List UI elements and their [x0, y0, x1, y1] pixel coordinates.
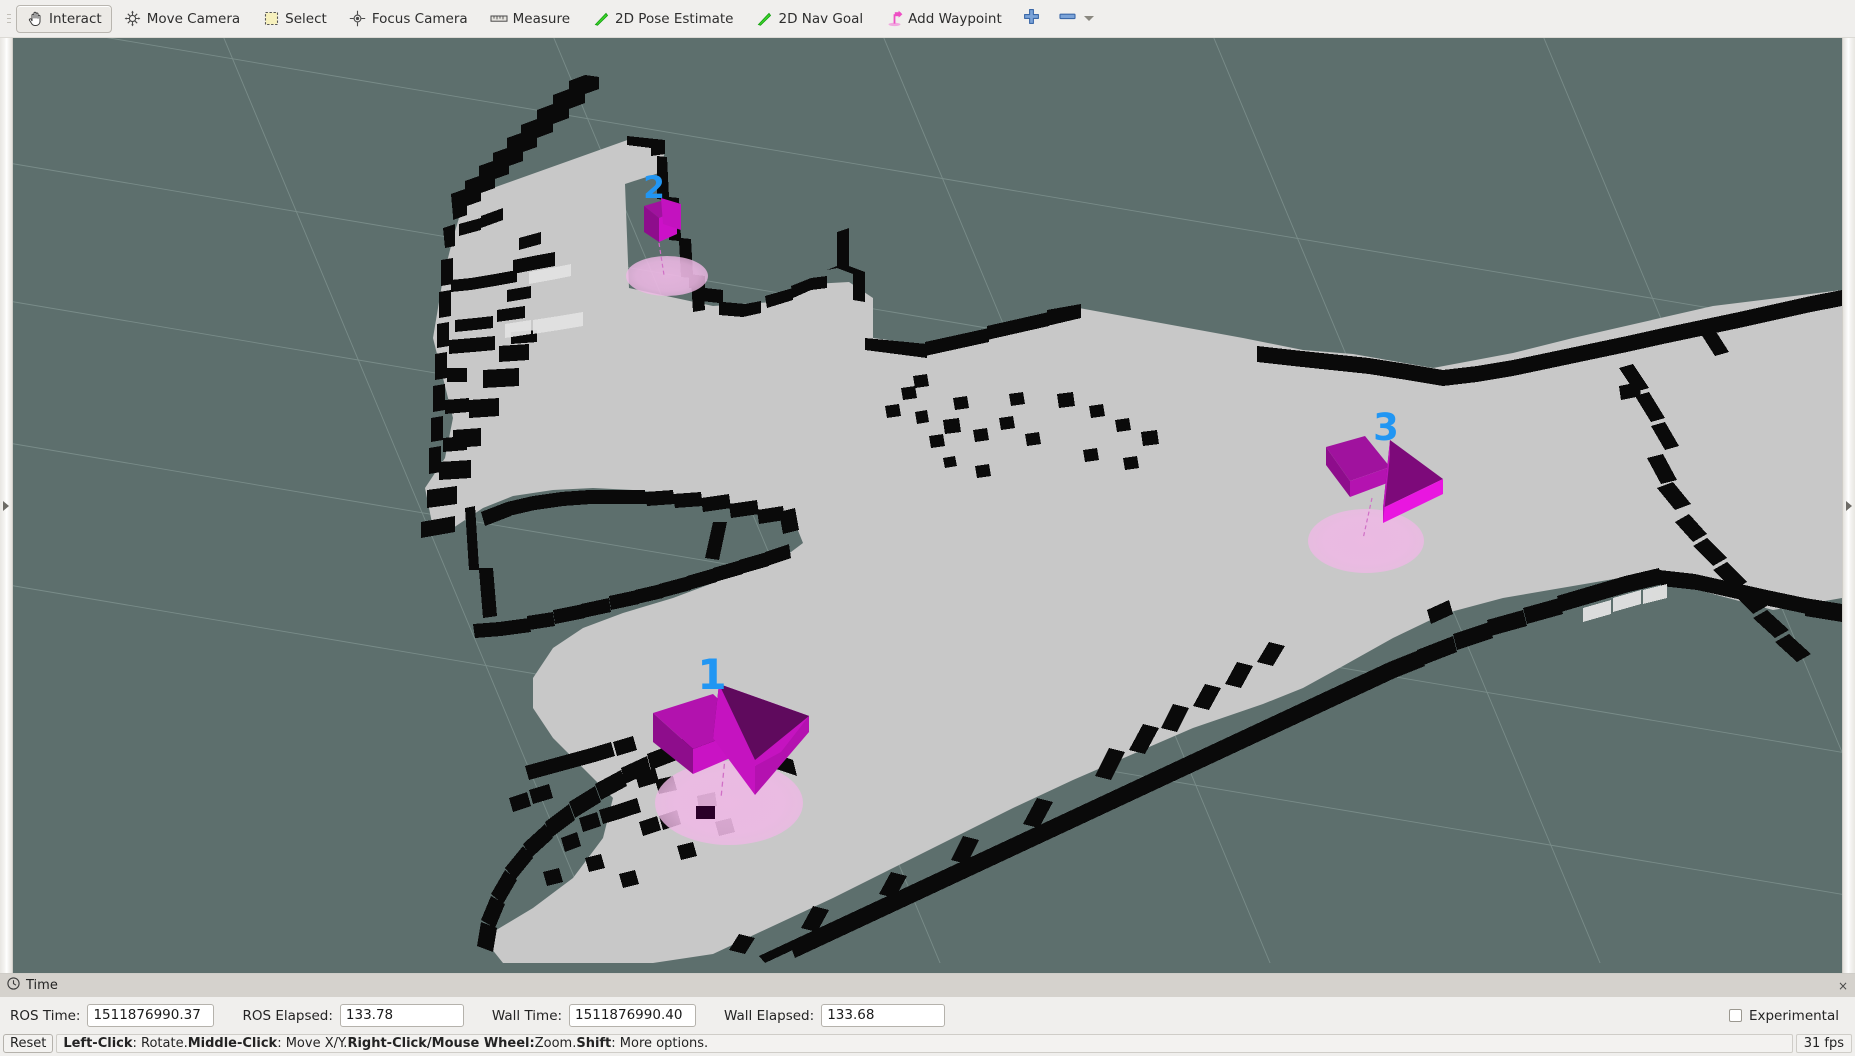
time-panel-title: Time [26, 978, 58, 993]
time-fields-row: ROS Time: 1511876990.37 ROS Elapsed: 133… [0, 997, 1855, 1034]
select-rect-icon [262, 10, 280, 28]
tool-2d-pose-estimate[interactable]: 2D Pose Estimate [582, 5, 743, 33]
tool-2d-nav-goal-label: 2D Nav Goal [778, 10, 864, 27]
status-bar: Reset Left-Click: Rotate. Middle-Click: … [0, 1034, 1855, 1056]
time-panel: Time × ROS Time: 1511876990.37 ROS Elaps… [0, 973, 1855, 1034]
tool-interact-label: Interact [49, 10, 102, 27]
main-toolbar: Interact Move Camera Select Focus Camera… [0, 0, 1855, 38]
reset-button[interactable]: Reset [3, 1034, 54, 1053]
clock-icon [7, 977, 20, 994]
add-tool-button[interactable] [1014, 5, 1049, 33]
tool-add-waypoint-label: Add Waypoint [908, 10, 1002, 27]
tool-2d-pose-estimate-label: 2D Pose Estimate [615, 10, 734, 27]
close-icon[interactable]: × [1838, 979, 1848, 993]
waypoint-3-disc [1308, 509, 1424, 573]
waypoint-2-label: 2 [643, 170, 665, 206]
render-view-3d[interactable]: 3 2 1 [13, 38, 1842, 973]
rviz-window: Interact Move Camera Select Focus Camera… [0, 0, 1855, 1056]
waypoint-1-footprint [696, 806, 715, 819]
pink-waypoint-icon [885, 10, 903, 28]
move-camera-icon [124, 10, 142, 28]
ros-time-label: ROS Time: [10, 1007, 81, 1024]
chevron-down-icon[interactable] [1083, 16, 1094, 21]
tool-focus-camera[interactable]: Focus Camera [339, 5, 478, 33]
green-arrow-icon [756, 10, 774, 28]
ros-elapsed-input[interactable]: 133.78 [339, 1004, 464, 1027]
toolbar-drag-handle[interactable] [4, 6, 14, 32]
waypoint-3-label: 3 [1373, 406, 1399, 449]
waypoint-1-disc [655, 761, 803, 845]
fps-indicator: 31 fps [1795, 1034, 1852, 1053]
wall-elapsed-label: Wall Elapsed: [724, 1007, 815, 1024]
help-right-click: Right-Click/Mouse Wheel: [347, 1036, 535, 1051]
tool-move-camera-label: Move Camera [146, 10, 241, 27]
help-left-click-desc: : Rotate. [132, 1036, 188, 1051]
experimental-checkbox-group[interactable]: Experimental [1728, 1007, 1845, 1024]
hand-cursor-icon [26, 10, 44, 28]
tool-interact[interactable]: Interact [16, 4, 112, 33]
waypoint-1-label: 1 [697, 650, 726, 699]
ros-time-input[interactable]: 1511876990.37 [87, 1004, 215, 1027]
help-right-click-desc: Zoom. [534, 1036, 577, 1051]
experimental-checkbox[interactable] [1728, 1009, 1742, 1022]
tool-measure[interactable]: Measure [480, 5, 580, 33]
right-panel-expand-handle[interactable] [1842, 38, 1855, 973]
ruler-icon [490, 10, 508, 28]
wall-time-input[interactable]: 1511876990.40 [569, 1004, 697, 1027]
minus-bar-icon [1058, 8, 1077, 29]
help-shift: Shift [576, 1036, 612, 1051]
chevron-right-icon [1846, 500, 1852, 511]
wall-elapsed-input[interactable]: 133.68 [821, 1004, 946, 1027]
mouse-help-text: Left-Click: Rotate. Middle-Click: Move X… [56, 1034, 1793, 1053]
tool-move-camera[interactable]: Move Camera [114, 5, 250, 33]
tool-2d-nav-goal[interactable]: 2D Nav Goal [746, 5, 874, 33]
plus-icon [1023, 8, 1040, 29]
tool-focus-camera-label: Focus Camera [371, 10, 468, 27]
viewport-area: 3 2 1 [0, 38, 1855, 973]
experimental-label: Experimental [1748, 1007, 1839, 1024]
wall-time-label: Wall Time: [491, 1007, 563, 1024]
remove-tool-button[interactable] [1049, 5, 1103, 33]
left-panel-expand-handle[interactable] [0, 38, 13, 973]
tool-select-label: Select [285, 10, 327, 27]
help-middle-click-desc: : Move X/Y. [277, 1036, 348, 1051]
tool-measure-label: Measure [512, 10, 571, 27]
help-left-click: Left-Click [63, 1036, 133, 1051]
help-middle-click: Middle-Click [187, 1036, 278, 1051]
green-arrow-icon [592, 10, 610, 28]
waypoint-2-disc [626, 256, 708, 296]
tool-add-waypoint[interactable]: Add Waypoint [875, 5, 1012, 33]
chevron-right-icon [3, 500, 9, 511]
help-shift-desc: : More options. [611, 1036, 709, 1051]
tool-select[interactable]: Select [252, 5, 337, 33]
map-render: 3 2 1 [13, 38, 1842, 963]
focus-camera-icon [349, 10, 367, 28]
time-panel-header[interactable]: Time × [0, 974, 1855, 997]
ros-elapsed-label: ROS Elapsed: [242, 1007, 333, 1024]
